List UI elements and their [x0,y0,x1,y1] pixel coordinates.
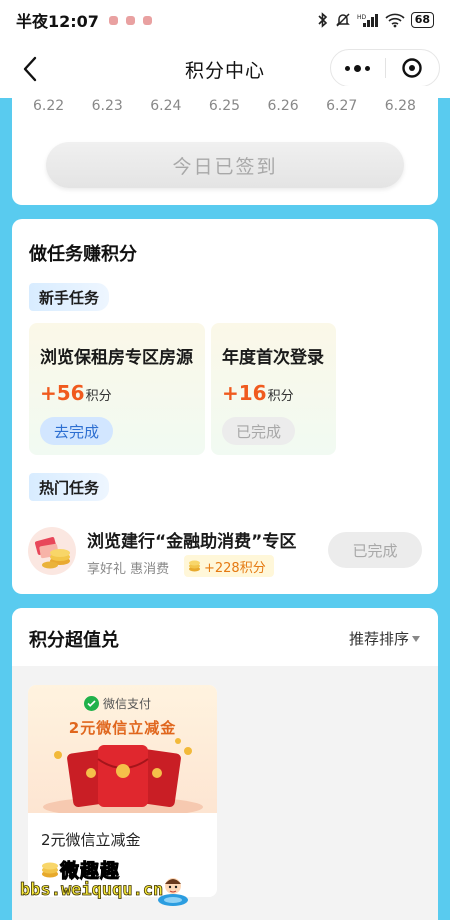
mini-program-capsule [330,49,440,87]
product-name: 2元微信立减金 [41,831,141,849]
watermark-mascot-icon [158,878,188,906]
more-icon [345,65,351,71]
exchange-header: 积分超值兑 推荐排序 [12,608,438,666]
caret-down-icon [412,635,420,642]
signin-date: 6.26 [267,98,299,114]
hot-task-subtitle: 享好礼 惠消费 [87,562,170,577]
watermark-url: bbs.weiququ.cn [20,880,164,901]
task-name: 浏览保租房专区房源 [40,348,193,368]
notification-icon [142,15,152,25]
notification-icon [108,15,118,25]
status-bar: 半夜12:07 HD 68 [0,0,450,40]
hot-task-points: +228积分 [204,560,266,576]
close-button[interactable] [386,57,440,79]
notification-icons [108,15,152,25]
product-banner: 微信支付 2元微信立减金 [28,685,217,813]
notification-icon [125,15,135,25]
tasks-card: 做任务赚积分 新手任务 浏览保租房专区房源 +56积分 去完成 年度首次登录 +… [12,219,438,594]
bluetooth-icon [318,12,327,28]
signin-date: 6.28 [384,98,416,114]
chevron-left-icon [23,56,37,82]
newbie-task-tag: 新手任务 [29,283,110,311]
wifi-icon [385,13,405,28]
page-title: 积分中心 [184,59,265,82]
hot-task-points-badge: +228积分 [184,555,274,577]
signin-dates: 6.22 6.23 6.24 6.25 6.26 6.27 6.28 [12,98,438,114]
task-card[interactable]: 浏览保租房专区房源 +56积分 去完成 [29,323,205,455]
wechat-pay-brand: 微信支付 [84,695,151,712]
hot-task-title: 浏览建行“金融助消费”专区 [87,532,297,552]
red-envelope-illustration [43,738,203,813]
task-points: +56积分 [40,381,112,405]
task-points-unit: 积分 [85,389,112,404]
signal-icon: HD [357,14,378,27]
wechat-pay-label: 微信支付 [103,697,152,711]
svg-text:HD: HD [357,14,367,21]
task-points-unit: 积分 [267,389,294,404]
watermark: 微趣趣 bbs.weiququ.cn [20,856,220,910]
more-icon [354,64,362,72]
target-close-icon [402,58,422,78]
wechat-pay-icon [84,696,99,711]
signed-in-button[interactable]: 今日已签到 [46,142,404,188]
more-icon [365,65,371,71]
sort-dropdown[interactable]: 推荐排序 [349,628,420,649]
signin-date: 6.24 [150,98,182,114]
watermark-site-name: 微趣趣 [59,860,121,883]
tasks-section-title: 做任务赚积分 [29,244,137,265]
completed-button[interactable]: 已完成 [328,532,422,568]
completed-button[interactable]: 已完成 [222,417,296,445]
task-points: +16积分 [222,381,294,405]
more-button[interactable] [331,64,385,72]
status-time: 半夜12:07 [16,12,99,31]
hot-task-tag: 热门任务 [29,473,110,501]
signin-date: 6.23 [91,98,123,114]
hot-task-item[interactable]: 浏览建行“金融助消费”专区 享好礼 惠消费 +228积分 已完成 [12,519,438,583]
sort-label: 推荐排序 [348,630,409,648]
task-card[interactable]: 年度首次登录 +16积分 已完成 [211,323,336,455]
signin-date: 6.22 [33,98,65,114]
task-name: 年度首次登录 [222,348,324,368]
mute-icon [335,13,350,27]
status-icons: HD 68 [317,12,434,28]
signin-date: 6.27 [326,98,358,114]
go-complete-button[interactable]: 去完成 [40,417,114,445]
signin-card: 6.22 6.23 6.24 6.25 6.26 6.27 6.28 今日已签到 [12,86,438,205]
battery-icon: 68 [410,12,434,28]
gift-coin-icon [28,527,76,575]
task-points-value: +56 [40,381,85,405]
exchange-section-title: 积分超值兑 [29,630,119,651]
task-points-value: +16 [222,381,267,405]
signin-date: 6.25 [208,98,241,114]
back-button[interactable] [16,54,44,84]
coin-icon [189,560,200,572]
